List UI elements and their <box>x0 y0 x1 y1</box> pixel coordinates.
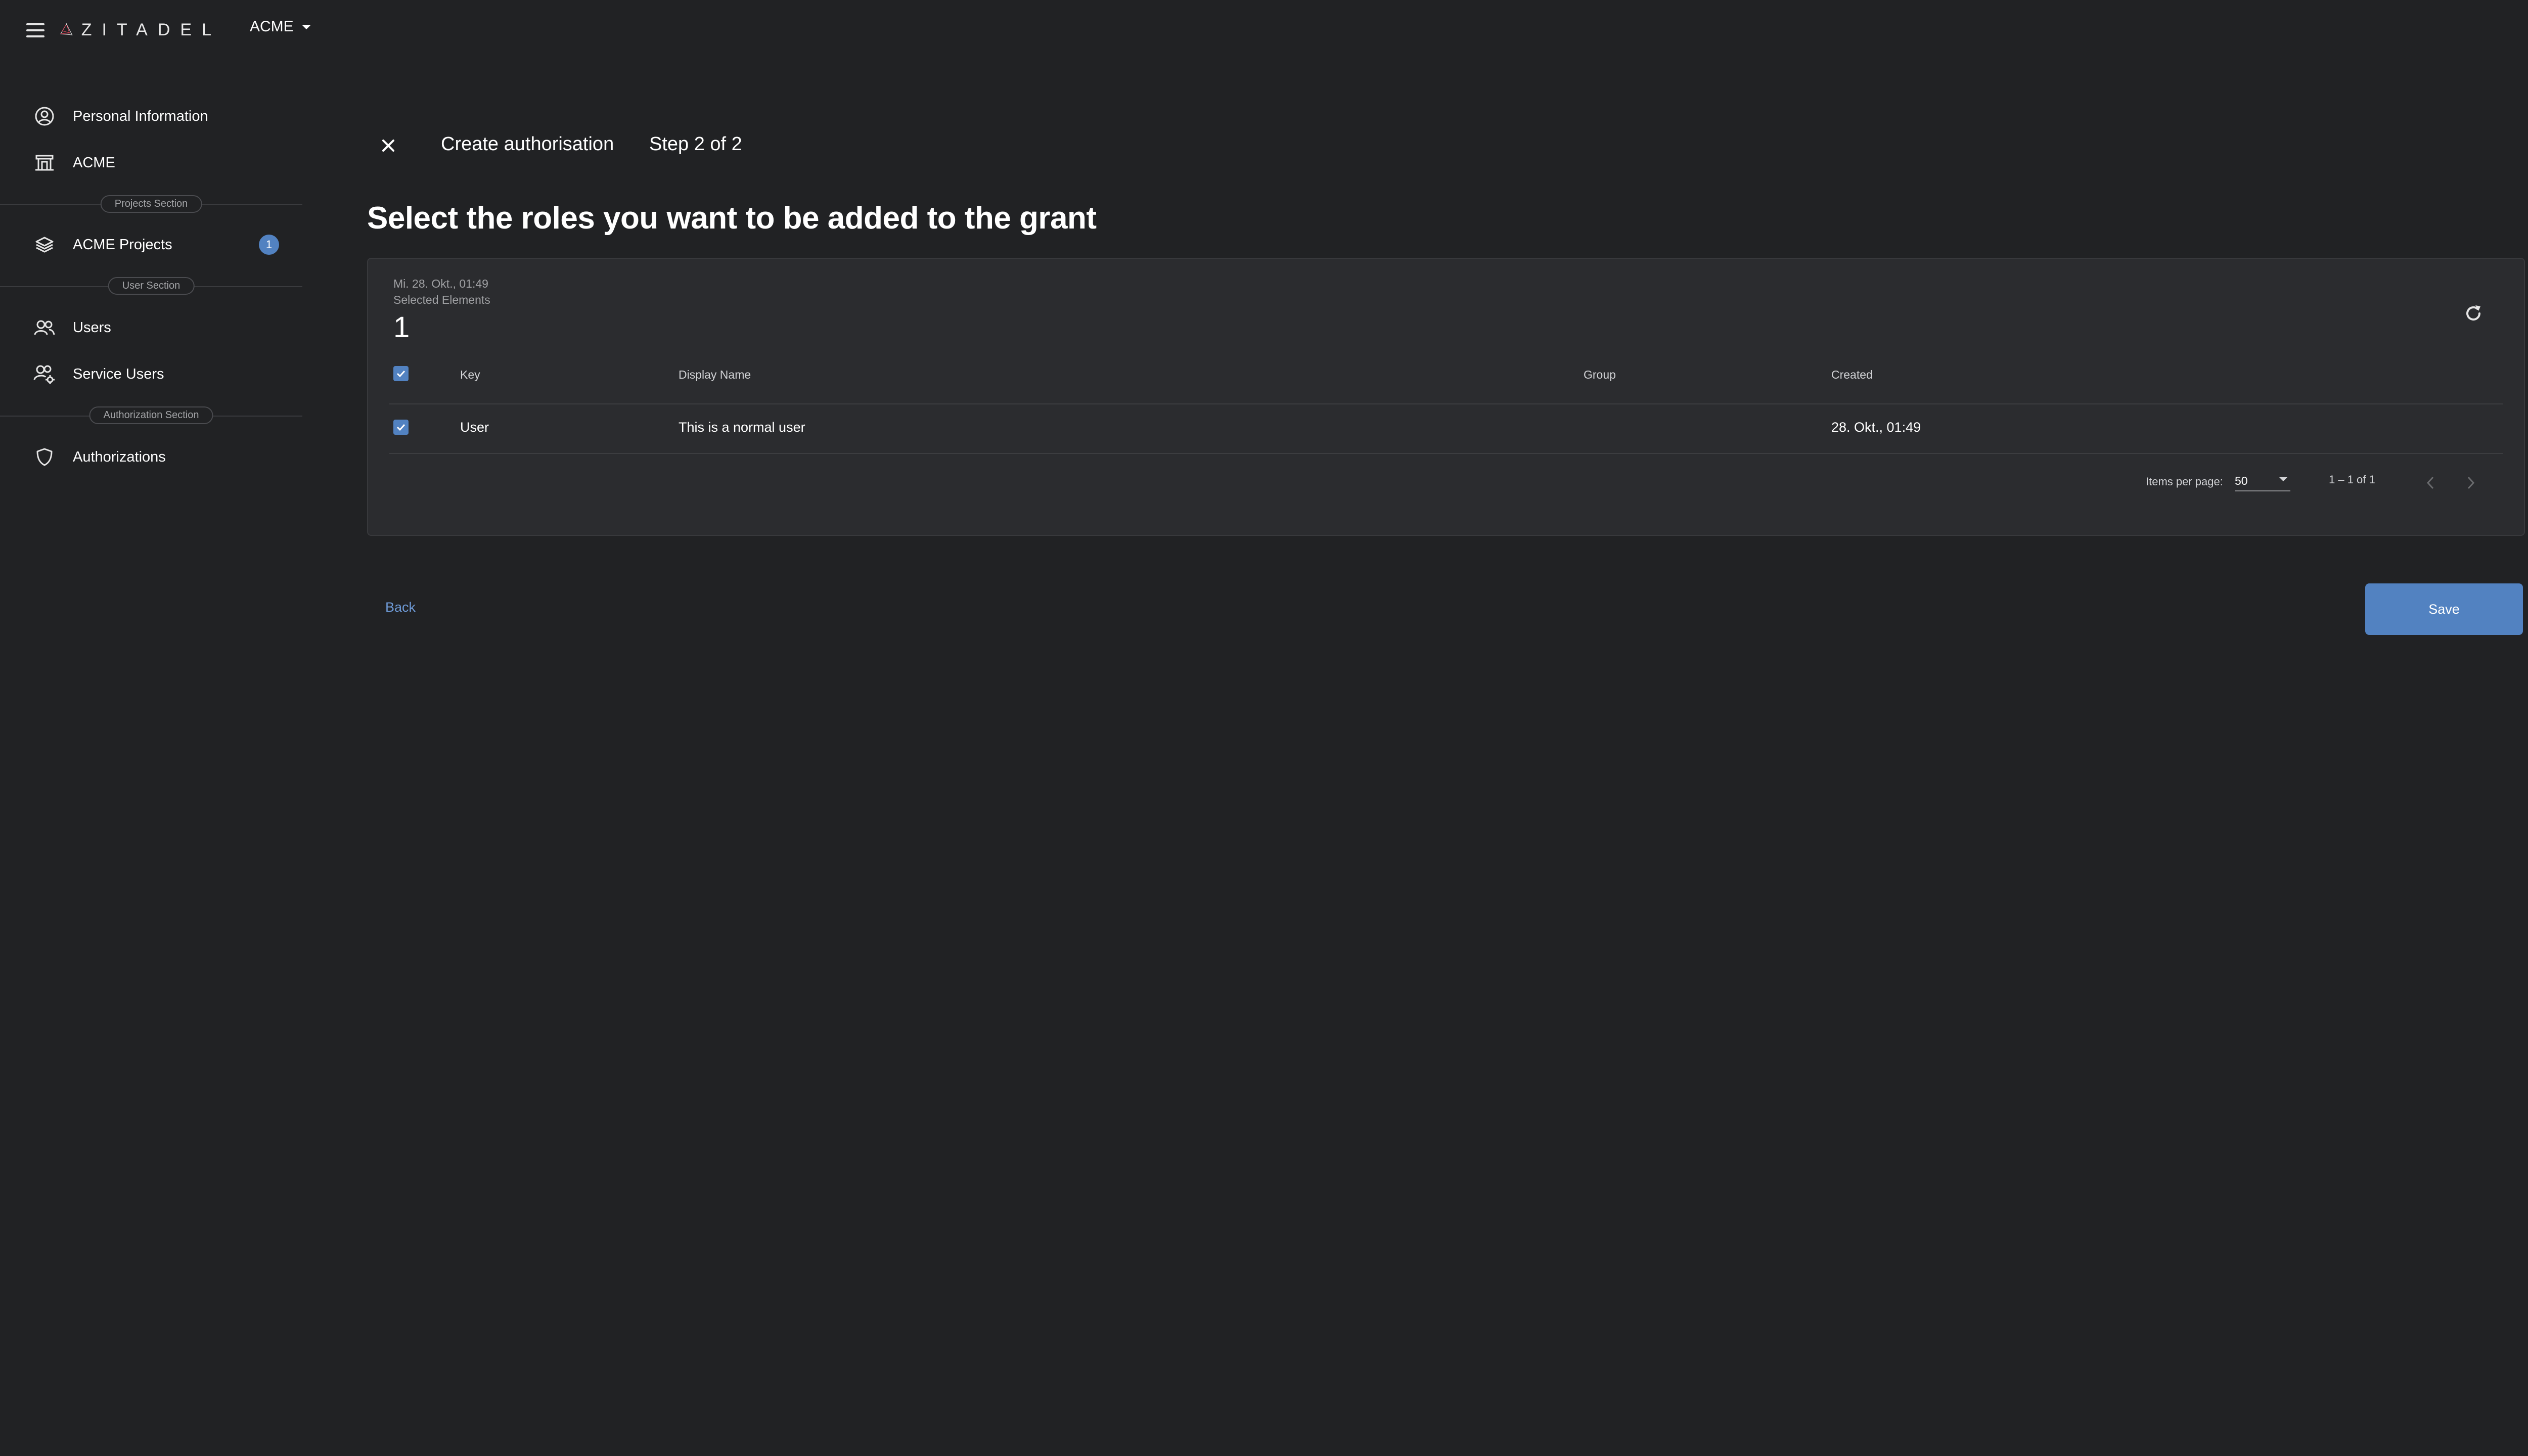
table-timestamp: Mi. 28. Okt., 01:49 <box>393 277 488 290</box>
cell-key: User <box>460 420 489 435</box>
section-label: User Section <box>108 277 195 295</box>
column-header-key[interactable]: Key <box>460 368 480 382</box>
authorization-section-divider: Authorization Section <box>0 405 302 426</box>
sidebar-item-label: ACME <box>73 154 115 171</box>
step-indicator: Step 2 of 2 <box>649 133 742 155</box>
sidebar-item-label: Authorizations <box>73 448 166 465</box>
layers-icon <box>32 233 57 257</box>
sidebar-item-personal-information[interactable]: Personal Information <box>32 101 208 131</box>
selected-elements-label: Selected Elements <box>393 293 490 306</box>
zitadel-logo-icon <box>60 23 73 35</box>
select-all-checkbox[interactable] <box>393 366 409 381</box>
sidebar-item-label: Users <box>73 319 111 336</box>
menu-icon[interactable] <box>24 20 47 40</box>
sidebar-item-label: ACME Projects <box>73 236 172 253</box>
caret-down-icon <box>2279 477 2287 481</box>
org-switcher[interactable]: ACME <box>250 18 312 35</box>
sidebar-item-label: Personal Information <box>73 108 208 124</box>
close-icon[interactable] <box>376 133 400 158</box>
check-icon <box>396 424 405 431</box>
next-page-button[interactable] <box>2458 470 2484 495</box>
sidebar-item-authorizations[interactable]: Authorizations <box>32 442 166 472</box>
logo-text: ZITADEL <box>81 20 221 39</box>
projects-count-badge: 1 <box>259 235 279 255</box>
sidebar-item-label: Service Users <box>73 366 164 382</box>
items-per-page-label: Items per page: <box>2146 475 2223 488</box>
column-header-display-name[interactable]: Display Name <box>679 368 751 382</box>
save-button[interactable]: Save <box>2365 583 2523 635</box>
page-title: Select the roles you want to be added to… <box>367 201 1097 236</box>
sidebar-item-users[interactable]: Users <box>32 312 111 343</box>
projects-section-divider: Projects Section <box>0 194 302 214</box>
shield-icon <box>32 445 57 469</box>
cell-display-name: This is a normal user <box>679 420 805 435</box>
zitadel-logo[interactable]: ZITADEL <box>60 7 221 53</box>
building-icon <box>32 151 57 175</box>
back-button[interactable]: Back <box>385 600 416 615</box>
refresh-icon[interactable] <box>2461 301 2486 326</box>
column-header-group[interactable]: Group <box>1584 368 1616 382</box>
column-header-created[interactable]: Created <box>1831 368 1873 382</box>
previous-page-button[interactable] <box>2418 470 2443 495</box>
pagination-range: 1 – 1 of 1 <box>2329 473 2375 486</box>
section-label: Projects Section <box>100 195 202 213</box>
selected-elements-count: 1 <box>393 311 410 344</box>
org-name: ACME <box>250 18 294 35</box>
users-icon <box>32 315 57 340</box>
page-header-title: Create authorisation <box>441 133 614 155</box>
user-circle-icon <box>32 104 57 128</box>
row-divider <box>389 453 2503 454</box>
sidebar-item-acme[interactable]: ACME <box>32 148 115 178</box>
chevron-right-icon <box>2467 476 2475 489</box>
items-per-page-select[interactable]: 50 <box>2235 470 2290 491</box>
roles-table-card: Mi. 28. Okt., 01:49 Selected Elements 1 … <box>367 258 2525 536</box>
row-checkbox[interactable] <box>393 420 409 435</box>
check-icon <box>396 370 405 378</box>
sidebar-item-service-users[interactable]: Service Users <box>32 359 164 389</box>
caret-down-icon <box>301 25 311 29</box>
user-section-divider: User Section <box>0 276 302 296</box>
service-users-icon <box>32 362 57 386</box>
chevron-left-icon <box>2426 476 2434 489</box>
sidebar-item-acme-projects[interactable]: ACME Projects <box>32 230 172 260</box>
section-label: Authorization Section <box>89 406 213 424</box>
cell-created: 28. Okt., 01:49 <box>1831 420 1921 435</box>
items-per-page-value: 50 <box>2235 474 2248 487</box>
